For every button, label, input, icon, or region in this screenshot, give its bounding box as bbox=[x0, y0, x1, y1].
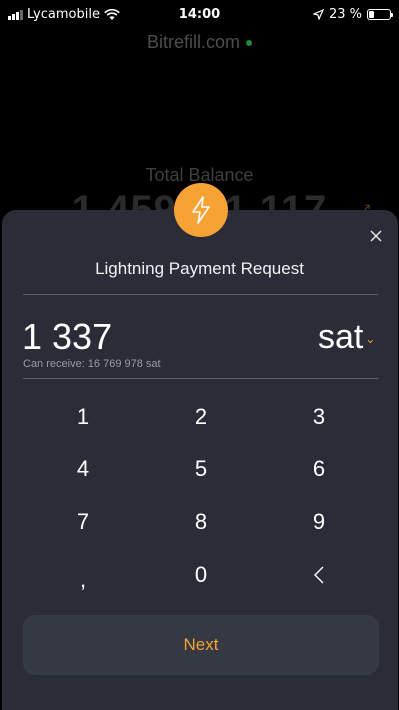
backspace-key[interactable] bbox=[279, 555, 359, 595]
battery-percent: 23 % bbox=[328, 7, 362, 22]
status-right: 23 % bbox=[312, 7, 393, 22]
key-comma[interactable]: , bbox=[43, 560, 123, 600]
backspace-icon bbox=[314, 566, 324, 584]
chevron-down-icon: ⌄ bbox=[365, 332, 376, 346]
title-divider bbox=[23, 294, 378, 295]
close-icon bbox=[370, 230, 382, 242]
can-receive-label: Can receive: 16 769 978 sat bbox=[23, 358, 161, 370]
key-2[interactable]: 2 bbox=[161, 397, 241, 437]
key-3[interactable]: 3 bbox=[279, 397, 359, 437]
online-dot-icon bbox=[246, 40, 252, 47]
key-6[interactable]: 6 bbox=[279, 449, 359, 489]
lightning-badge bbox=[174, 183, 228, 237]
amount-divider bbox=[23, 378, 378, 379]
location-icon bbox=[312, 9, 324, 20]
key-1[interactable]: 1 bbox=[43, 397, 123, 437]
key-0[interactable]: 0 bbox=[161, 555, 241, 595]
key-9[interactable]: 9 bbox=[279, 502, 359, 542]
site-label: Bitrefill.com bbox=[146, 32, 240, 52]
unit-selector[interactable]: sat ⌄ bbox=[318, 318, 375, 357]
amount-display: 1 337 bbox=[22, 316, 113, 357]
battery-fill bbox=[369, 11, 374, 18]
key-7[interactable]: 7 bbox=[43, 502, 123, 542]
next-button[interactable]: Next bbox=[23, 615, 379, 675]
status-bar: Lycamobile 14:00 23 % bbox=[0, 0, 399, 28]
sheet-title: Lightning Payment Request bbox=[95, 259, 304, 278]
close-button[interactable] bbox=[366, 226, 386, 246]
background-site-title: Bitrefill.com bbox=[0, 32, 399, 53]
lightning-icon bbox=[192, 196, 210, 224]
key-4[interactable]: 4 bbox=[43, 449, 123, 489]
unit-label: sat bbox=[318, 318, 364, 356]
key-5[interactable]: 5 bbox=[161, 449, 241, 489]
battery-icon bbox=[367, 9, 393, 20]
key-8[interactable]: 8 bbox=[161, 502, 241, 542]
